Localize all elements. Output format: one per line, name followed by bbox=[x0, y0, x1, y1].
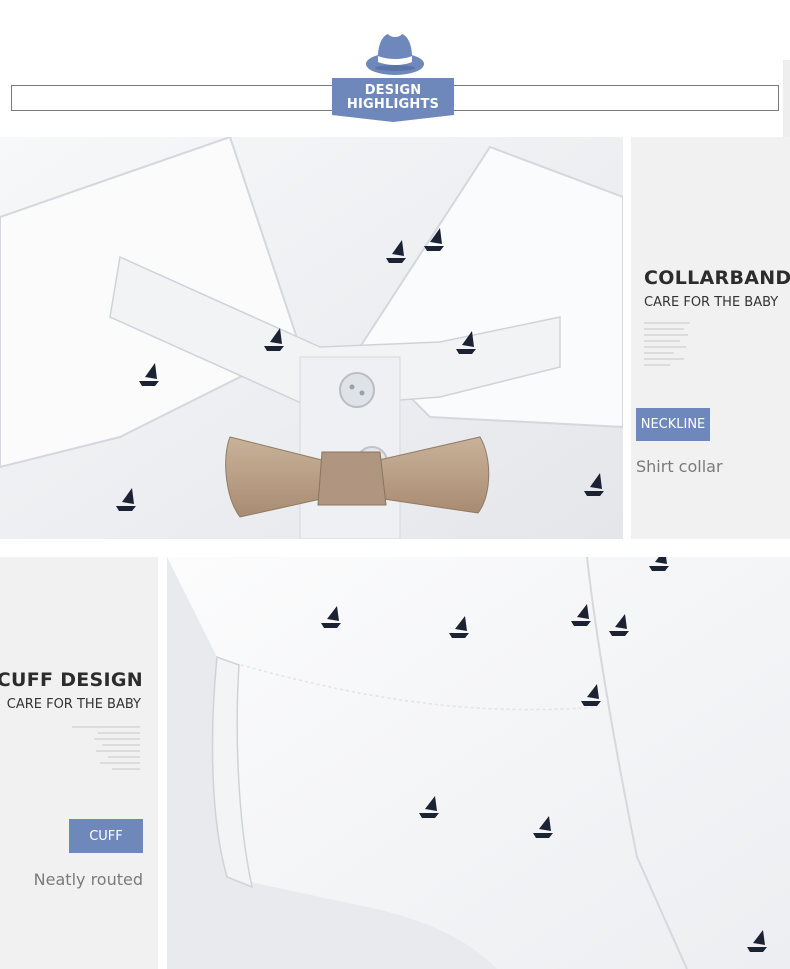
collar-title: COLLARBAND bbox=[644, 267, 790, 289]
cuff-title: CUFF DESIGN bbox=[0, 669, 143, 691]
badge-line-1: DESIGN bbox=[364, 83, 422, 98]
collar-caption: Shirt collar bbox=[636, 457, 723, 476]
neckline-tag: NECKLINE bbox=[636, 408, 710, 441]
collar-info-panel: COLLARBAND CARE FOR THE BABY NECKLINE Sh… bbox=[631, 137, 790, 539]
cuff-tag: CUFF bbox=[69, 819, 143, 853]
cuff-caption: Neatly routed bbox=[33, 870, 143, 889]
cuff-photo bbox=[167, 557, 790, 969]
column-gap-2 bbox=[158, 557, 167, 969]
badge-line-2: HIGHLIGHTS bbox=[346, 97, 440, 112]
column-gap bbox=[623, 137, 631, 539]
cuff-fine-print bbox=[68, 725, 142, 773]
edge-strip bbox=[783, 60, 790, 137]
collar-photo bbox=[0, 137, 623, 539]
section-divider bbox=[0, 539, 790, 557]
collar-fine-print bbox=[644, 321, 694, 369]
hat-icon bbox=[364, 28, 426, 78]
collar-subtitle: CARE FOR THE BABY bbox=[644, 295, 779, 310]
cuff-subtitle: CARE FOR THE BABY bbox=[6, 697, 141, 712]
cuff-info-panel: CUFF DESIGN CARE FOR THE BABY CUFF Neatl… bbox=[0, 557, 158, 969]
design-highlights-badge: DESIGN HIGHLIGHTS bbox=[332, 78, 454, 122]
header: DESIGN HIGHLIGHTS bbox=[0, 0, 790, 137]
